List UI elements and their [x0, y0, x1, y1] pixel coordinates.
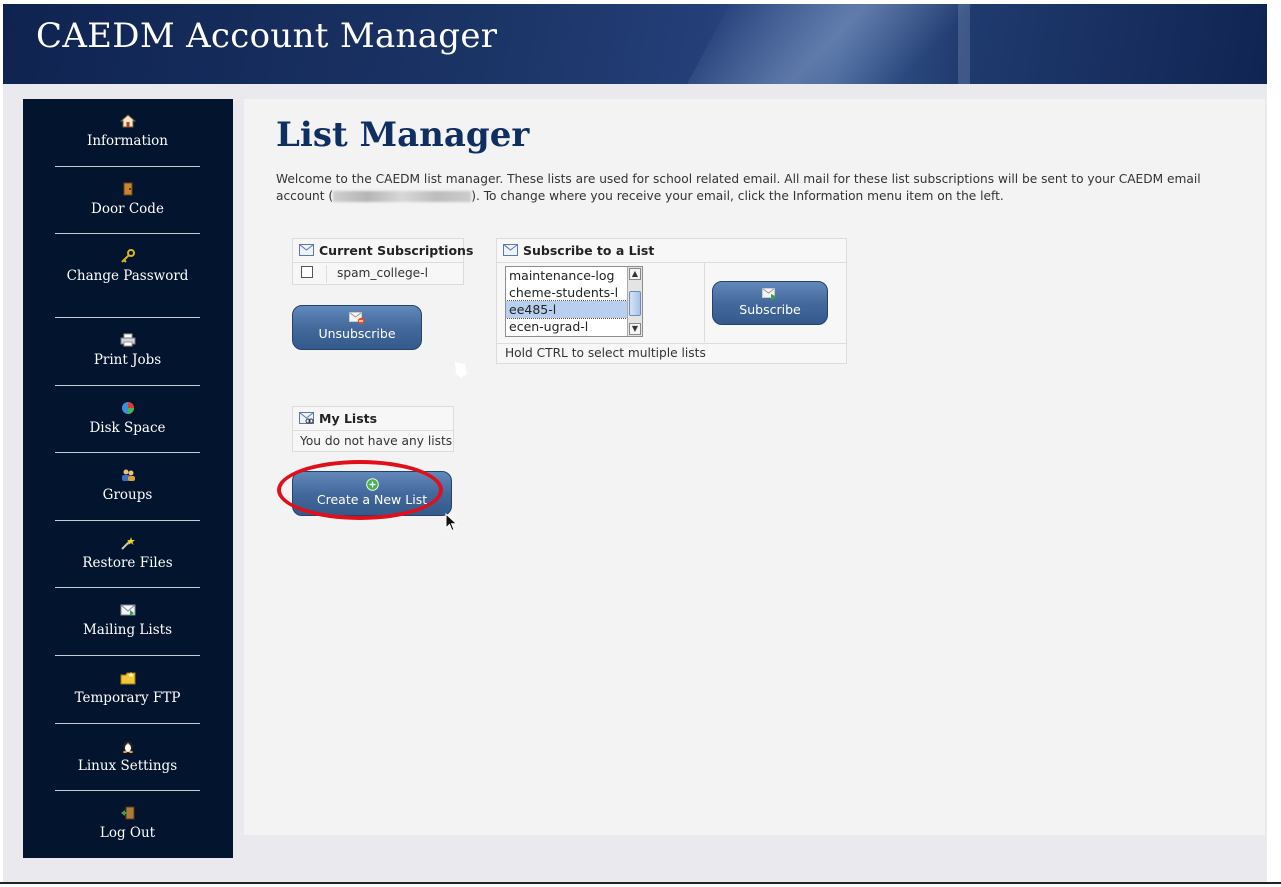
subscribe-panel: Subscribe to a List maintenance-log chem… — [496, 238, 847, 364]
subscribe-heading: Subscribe to a List — [523, 243, 655, 258]
list-option[interactable]: cheme-students-l — [506, 284, 627, 301]
scroll-thumb[interactable] — [629, 291, 641, 316]
sidebar-item-log-out[interactable]: Log Out — [55, 806, 200, 842]
sidebar-divider — [55, 385, 200, 386]
printer-icon — [55, 333, 200, 349]
mail-list-icon — [299, 408, 314, 424]
mouse-cursor-icon — [445, 512, 459, 537]
subscription-row: spam_college-l — [293, 263, 463, 285]
penguin-icon — [55, 739, 200, 755]
sidebar: Information Door Code Change Password Pr… — [23, 99, 233, 858]
my-lists-empty: You do not have any lists — [300, 434, 453, 448]
scroll-up-icon[interactable]: ▲ — [629, 268, 641, 280]
subscription-name: spam_college-l — [337, 266, 428, 280]
subscribe-button[interactable]: Subscribe — [712, 281, 828, 325]
sidebar-divider — [55, 166, 200, 167]
bottom-border — [0, 882, 1281, 884]
my-lists-panel: My Lists You do not have any lists — [292, 406, 454, 452]
list-option[interactable]: maintenance-log — [506, 267, 627, 284]
sidebar-item-door-code[interactable]: Door Code — [55, 182, 200, 218]
listbox-scrollbar[interactable]: ▲ ▼ — [627, 267, 642, 336]
my-lists-heading: My Lists — [319, 411, 378, 426]
scroll-down-icon[interactable]: ▼ — [629, 323, 641, 335]
sidebar-divider — [55, 587, 200, 588]
pie-chart-icon — [55, 401, 200, 417]
main-panel: List Manager Welcome to the CAEDM list m… — [244, 99, 1265, 835]
sidebar-divider — [55, 790, 200, 791]
magic-wand-icon — [55, 536, 200, 552]
sidebar-divider — [55, 655, 200, 656]
key-icon — [55, 249, 200, 265]
envelope-icon — [299, 240, 314, 256]
sidebar-item-print-jobs[interactable]: Print Jobs — [55, 333, 200, 369]
subscription-checkbox[interactable] — [301, 266, 313, 278]
sidebar-divider — [55, 233, 200, 234]
folder-icon — [55, 671, 200, 687]
sidebar-item-disk-space[interactable]: Disk Space — [55, 401, 200, 437]
sidebar-item-temporary-ftp[interactable]: Temporary FTP — [55, 671, 200, 707]
header-banner: CAEDM Account Manager — [3, 4, 1267, 84]
cursor-artifact-icon — [453, 360, 469, 380]
intro-text: Welcome to the CAEDM list manager. These… — [276, 172, 1201, 203]
unsubscribe-button[interactable]: Unsubscribe — [292, 305, 422, 350]
mail-add-icon — [713, 288, 827, 302]
current-subscriptions-panel: Current Subscriptions spam_college-l — [292, 238, 473, 285]
sidebar-divider — [55, 317, 200, 318]
page-title: List Manager — [276, 115, 530, 155]
list-option-selected[interactable]: ee485-l — [506, 300, 628, 319]
door-icon — [55, 182, 200, 198]
sidebar-divider — [55, 452, 200, 453]
current-subscriptions-heading: Current Subscriptions — [319, 243, 474, 258]
sidebar-item-information[interactable]: Information — [55, 114, 200, 150]
sidebar-item-change-password[interactable]: Change Password — [55, 249, 200, 285]
home-icon — [55, 114, 200, 130]
redacted-email — [333, 191, 472, 202]
list-option[interactable]: ecen-ugrad-l — [506, 318, 627, 335]
sidebar-divider — [55, 520, 200, 521]
sidebar-item-groups[interactable]: Groups — [55, 468, 200, 504]
mail-icon — [55, 603, 200, 619]
subscribe-hint: Hold CTRL to select multiple lists — [505, 346, 706, 360]
sidebar-item-mailing-lists[interactable]: Mailing Lists — [55, 603, 200, 639]
sidebar-item-linux-settings[interactable]: Linux Settings — [55, 739, 200, 775]
app-title: CAEDM Account Manager — [36, 16, 498, 56]
mail-remove-icon — [293, 312, 421, 326]
plus-circle-icon — [293, 478, 451, 492]
sidebar-divider — [55, 723, 200, 724]
sidebar-item-restore-files[interactable]: Restore Files — [55, 536, 200, 572]
list-select[interactable]: maintenance-log cheme-students-l ee485-l… — [505, 266, 643, 337]
exit-door-icon — [55, 806, 200, 822]
envelope-icon — [503, 240, 518, 256]
users-icon — [55, 468, 200, 484]
create-new-list-button[interactable]: Create a New List — [292, 471, 452, 516]
